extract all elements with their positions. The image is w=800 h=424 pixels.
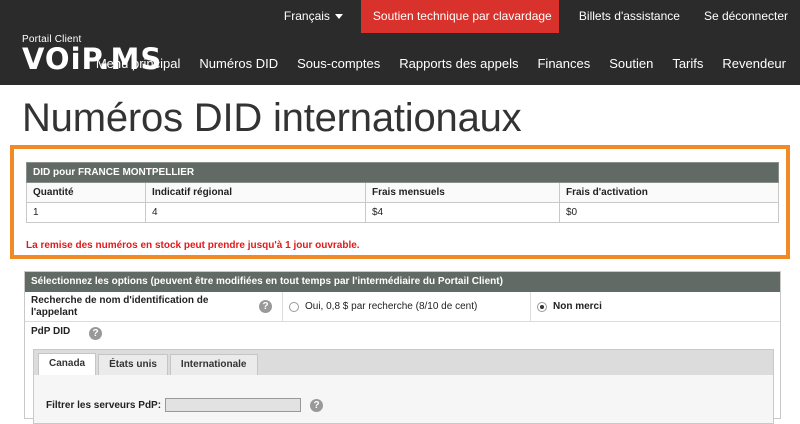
nav-menu-principal[interactable]: Menu principal — [96, 56, 181, 71]
main-nav: Menu principal Numéros DID Sous-comptes … — [77, 52, 786, 74]
radio-cnam-no[interactable] — [537, 301, 547, 312]
page-title: Numéros DID internationaux — [22, 96, 522, 140]
did-table-title: DID pour FRANCE MONTPELLIER — [26, 162, 779, 183]
cnam-no-label: Non merci — [553, 301, 602, 312]
col-indicatif: Indicatif régional — [145, 182, 366, 203]
nav-rapports-appels[interactable]: Rapports des appels — [399, 56, 518, 71]
cnam-label: Recherche de nom d'identification de l'a… — [25, 292, 283, 321]
cell-frais-activation: $0 — [559, 202, 779, 223]
nav-finances[interactable]: Finances — [537, 56, 590, 71]
tab-internationale[interactable]: Internationale — [169, 354, 258, 375]
tabs-bar: Canada États unis Internationale — [34, 350, 773, 375]
col-frais-mensuels: Frais mensuels — [365, 182, 560, 203]
support-chat-button[interactable]: Soutien technique par clavardage — [360, 0, 559, 33]
cell-quantite: 1 — [26, 202, 146, 223]
top-header: Français Soutien technique par clavardag… — [0, 0, 800, 85]
cnam-yes-option[interactable]: Oui, 0,8 $ par recherche (8/10 de cent) — [283, 292, 531, 321]
col-frais-activation: Frais d'activation — [559, 182, 779, 203]
help-icon[interactable]: ? — [259, 300, 272, 313]
cnam-yes-label: Oui, 0,8 $ par recherche (8/10 de cent) — [305, 301, 478, 312]
cell-frais-mensuels: $4 — [365, 202, 560, 223]
tickets-link[interactable]: Billets d'assistance — [567, 0, 692, 33]
top-links: Français Soutien technique par clavardag… — [272, 0, 800, 33]
chevron-down-icon — [334, 14, 343, 20]
nav-soutien[interactable]: Soutien — [609, 56, 653, 71]
options-panel: Sélectionnez les options (peuvent être m… — [24, 271, 781, 424]
nav-numeros-did[interactable]: Numéros DID — [199, 56, 278, 71]
nav-tarifs[interactable]: Tarifs — [672, 56, 703, 71]
nav-sous-comptes[interactable]: Sous-comptes — [297, 56, 380, 71]
pop-row: PdP DID ? — [25, 322, 780, 344]
tab-canada[interactable]: Canada — [38, 353, 97, 375]
language-selector[interactable]: Français — [272, 0, 357, 33]
options-header: Sélectionnez les options (peuvent être m… — [25, 272, 780, 292]
cnam-no-option[interactable]: Non merci — [531, 292, 602, 321]
did-summary-table: DID pour FRANCE MONTPELLIER Quantité Ind… — [26, 162, 779, 223]
pop-label: PdP DID — [31, 326, 71, 337]
filter-label: Filtrer les serveurs PdP: — [46, 399, 162, 411]
pop-filter: Filtrer les serveurs PdP: ? — [46, 398, 324, 412]
help-icon[interactable]: ? — [310, 398, 324, 412]
cell-indicatif: 4 — [145, 202, 366, 223]
radio-cnam-yes[interactable] — [289, 301, 299, 312]
nav-revendeur[interactable]: Revendeur — [722, 56, 786, 71]
cnam-row: Recherche de nom d'identification de l'a… — [25, 292, 780, 322]
tab-etats-unis[interactable]: États unis — [98, 354, 168, 375]
help-icon[interactable]: ? — [89, 327, 102, 340]
stock-notice: La remise des numéros en stock peut pren… — [26, 240, 360, 251]
cnam-label-text: Recherche de nom d'identification de l'a… — [31, 295, 209, 318]
pop-tabs-panel: Canada États unis Internationale Filtrer… — [33, 349, 774, 424]
col-quantite: Quantité — [26, 182, 146, 203]
filter-input[interactable] — [165, 398, 302, 412]
logout-link[interactable]: Se déconnecter — [692, 0, 800, 33]
